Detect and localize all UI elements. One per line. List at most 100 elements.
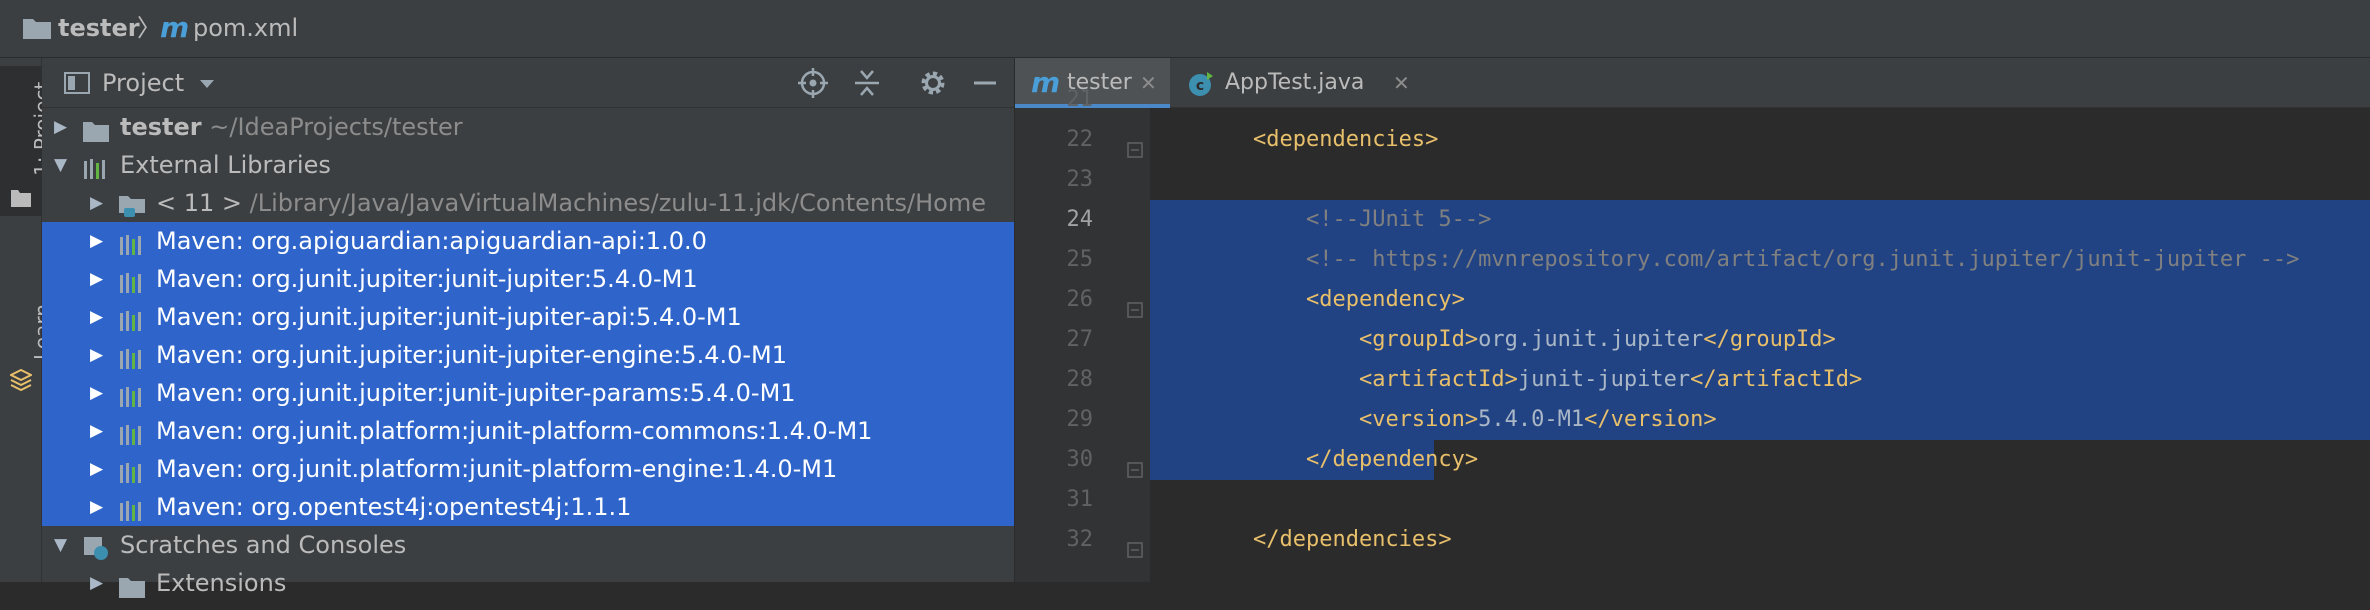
- learn-tool-window-tab[interactable]: Learn: [0, 236, 54, 401]
- tree-item-maven-library[interactable]: ▶ Maven: org.junit.platform:junit-platfor…: [42, 450, 1014, 488]
- line-number: 21: [1066, 87, 1094, 112]
- code-token: <artifactId>: [1358, 367, 1518, 392]
- tree-item[interactable]: ▶ Extensions: [42, 564, 1014, 602]
- collapsed-arrow-icon[interactable]: ▶: [90, 450, 103, 488]
- code-token: </version>: [1584, 407, 1717, 432]
- locate-icon[interactable]: [798, 68, 828, 98]
- code-line: 22 <dependencies>: [1015, 120, 2370, 160]
- gear-icon[interactable]: [918, 68, 948, 98]
- code-token: <!-- https://mvnrepository.com/artifact/…: [1305, 247, 2300, 272]
- code-line: 30 </dependency>: [1015, 440, 2370, 480]
- folder-icon: [11, 190, 31, 207]
- tree-item[interactable]: ▼ Scratches and Consoles: [42, 526, 1014, 564]
- code-line: 24 <!--JUnit 5-->: [1015, 200, 2370, 240]
- breadcrumb-bar: tester 〉 m pom.xml: [0, 0, 2370, 58]
- code-token: <dependencies>: [1252, 127, 1439, 152]
- code-line: 29 <version>5.4.0-M1</version>: [1015, 400, 2370, 440]
- tree-item-maven-library[interactable]: ▶ Maven: org.junit.jupiter:junit-jupiter:…: [42, 260, 1014, 298]
- expanded-arrow-icon[interactable]: ▼: [54, 526, 67, 564]
- fold-marker-icon[interactable]: [1127, 532, 1143, 572]
- tool-window-stripe: 1: Project Learn: [0, 58, 54, 582]
- learn-icon: [10, 368, 32, 392]
- tree-item-maven-library[interactable]: ▶ Maven: org.junit.platform:junit-platfor…: [42, 412, 1014, 450]
- minimize-icon[interactable]: [970, 68, 1000, 98]
- collapsed-arrow-icon[interactable]: ▶: [90, 336, 103, 374]
- collapsed-arrow-icon[interactable]: ▶: [90, 488, 103, 526]
- tree-item-label: External Libraries: [120, 151, 331, 179]
- collapse-all-icon[interactable]: [852, 68, 882, 98]
- collapsed-arrow-icon[interactable]: ▶: [90, 184, 103, 222]
- line-number: 32: [1066, 527, 1094, 552]
- tree-item-label: Maven: org.junit.platform:junit-platform…: [156, 417, 873, 445]
- breadcrumb-separator: 〉: [137, 14, 161, 42]
- code-line: 25 <!-- https://mvnrepository.com/artifa…: [1015, 240, 2370, 280]
- line-number: 29: [1066, 407, 1094, 432]
- tree-item-maven-library[interactable]: ▶ Maven: org.apiguardian:apiguardian-api:…: [42, 222, 1014, 260]
- line-number: 25: [1066, 247, 1094, 272]
- code-line: 28 <artifactId>junit-jupiter</artifactId…: [1015, 360, 2370, 400]
- tree-item-label: < 11 >: [156, 189, 243, 217]
- project-tool-window-tab[interactable]: 1: Project: [0, 66, 54, 216]
- collapsed-arrow-icon[interactable]: ▶: [90, 298, 103, 336]
- tree-item[interactable]: ▶ tester ~/IdeaProjects/tester: [42, 108, 1014, 146]
- code-token: org.junit.jupiter: [1478, 327, 1704, 352]
- tree-item-label: Maven: org.junit.jupiter:junit-jupiter-a…: [156, 303, 742, 331]
- collapsed-arrow-icon[interactable]: ▶: [90, 222, 103, 260]
- line-number: 31: [1066, 487, 1094, 512]
- tree-item[interactable]: ▶ < 11 > /Library/Java/JavaVirtualMachine…: [42, 184, 1014, 222]
- breadcrumb-file[interactable]: pom.xml: [193, 11, 298, 45]
- code-line: 21: [1015, 80, 2370, 120]
- code-token: <groupId>: [1358, 327, 1479, 352]
- expanded-arrow-icon[interactable]: ▼: [54, 146, 67, 184]
- line-number: 30: [1066, 447, 1094, 472]
- code-line: 23: [1015, 160, 2370, 200]
- collapsed-arrow-icon[interactable]: ▶: [90, 564, 103, 602]
- folder-icon: [23, 19, 51, 39]
- code-line: 26 <dependency>: [1015, 280, 2370, 320]
- code-token: junit-jupiter: [1517, 367, 1691, 392]
- tree-item-label: Maven: org.apiguardian:apiguardian-api:1…: [156, 227, 707, 255]
- tree-item-label: Maven: org.junit.jupiter:junit-jupiter-p…: [156, 379, 796, 407]
- collapsed-arrow-icon[interactable]: ▶: [90, 374, 103, 412]
- tree-item-maven-library[interactable]: ▶ Maven: org.junit.jupiter:junit-jupiter-…: [42, 298, 1014, 336]
- tree-item-label: Scratches and Consoles: [120, 531, 407, 559]
- project-panel-header: Project: [42, 58, 1014, 108]
- folder-icon: [118, 572, 146, 610]
- tree-item-maven-library[interactable]: ▶ Maven: org.junit.jupiter:junit-jupiter-…: [42, 336, 1014, 374]
- code-line: 27 <groupId>org.junit.jupiter</groupId>: [1015, 320, 2370, 360]
- line-number: 22: [1066, 127, 1094, 152]
- tree-item-path: /Library/Java/JavaVirtualMachines/zulu-1…: [242, 189, 987, 217]
- code-token: </dependency>: [1305, 447, 1479, 472]
- code-token: </artifactId>: [1690, 367, 1863, 392]
- breadcrumb-project[interactable]: tester: [58, 11, 140, 45]
- code-token: 5.4.0-M1: [1478, 407, 1585, 432]
- code-token: <!--JUnit 5-->: [1305, 207, 1492, 232]
- tree-item-maven-library[interactable]: ▶ Maven: org.opentest4j:opentest4j:1.1.1: [42, 488, 1014, 526]
- tree-item[interactable]: ▼ External Libraries: [42, 146, 1014, 184]
- project-panel: Project ▶ tester ~/IdeaProjects/tester ▼ Ex…: [42, 58, 1014, 598]
- code-token: </dependencies>: [1252, 527, 1452, 552]
- code-line: 32 </dependencies>: [1015, 520, 2370, 560]
- line-number: 28: [1066, 367, 1094, 392]
- collapsed-arrow-icon[interactable]: ▶: [90, 260, 103, 298]
- code-token: </groupId>: [1703, 327, 1836, 352]
- collapsed-arrow-icon[interactable]: ▶: [54, 108, 67, 146]
- tree-item-label: Maven: org.junit.jupiter:junit-jupiter:5…: [156, 265, 698, 293]
- code-token: <version>: [1358, 407, 1479, 432]
- tree-item-label: Maven: org.junit.platform:junit-platform…: [156, 455, 838, 483]
- project-view-title[interactable]: Project: [102, 64, 184, 102]
- line-number: 26: [1066, 287, 1094, 312]
- tree-item-label: Maven: org.junit.jupiter:junit-jupiter-e…: [156, 341, 788, 369]
- line-number: 27: [1066, 327, 1094, 352]
- chevron-down-icon[interactable]: [198, 78, 216, 90]
- collapsed-arrow-icon[interactable]: ▶: [90, 412, 103, 450]
- project-view-icon: [64, 72, 90, 94]
- tree-item-maven-library[interactable]: ▶ Maven: org.junit.jupiter:junit-jupiter-…: [42, 374, 1014, 412]
